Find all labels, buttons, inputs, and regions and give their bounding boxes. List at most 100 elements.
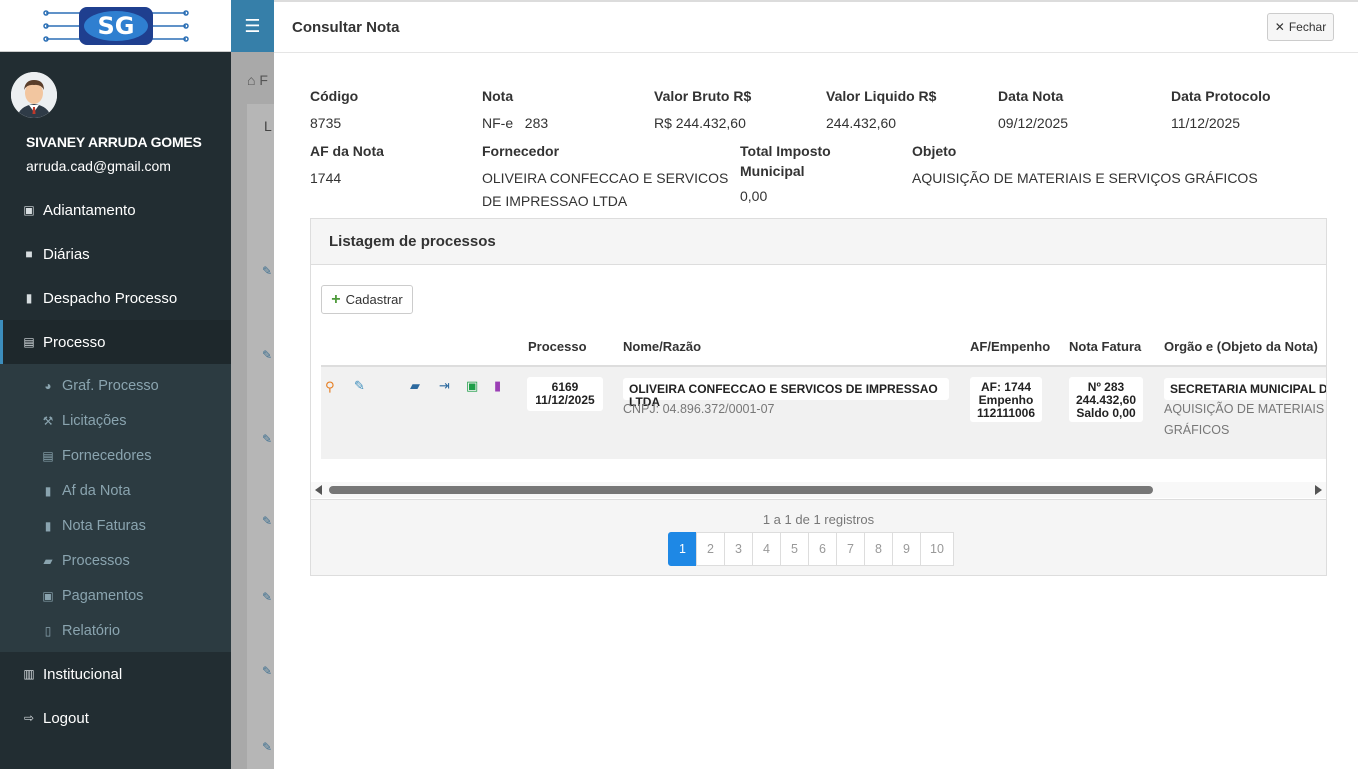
close-icon: ✕ xyxy=(1274,20,1285,34)
edit-icon: ✎ xyxy=(262,740,273,754)
field-objeto: Objeto AQUISIÇÃO DE MATERIAIS E SERVIÇOS… xyxy=(912,143,1258,186)
header-processo: Processo xyxy=(528,339,587,354)
header-orgao: Orgão e (Objeto da Nota) xyxy=(1164,339,1318,354)
edit-icon: ✎ xyxy=(262,432,273,446)
sign-out-icon: ⇨ xyxy=(23,711,35,725)
header-nome: Nome/Razão xyxy=(623,339,702,354)
field-af-nota: AF da Nota 1744 xyxy=(310,143,384,186)
plus-icon: + xyxy=(331,290,341,308)
zoom-icon[interactable]: ⚲ xyxy=(325,379,335,395)
id-card-icon: ▤ xyxy=(42,448,54,463)
hamburger-icon: ☰ xyxy=(244,15,261,36)
modal-title: Consultar Nota xyxy=(292,19,400,36)
money-bill-icon: ▣ xyxy=(42,588,54,603)
sidebar-item-logout[interactable]: ⇨ Logout xyxy=(0,696,231,740)
processo-chip: 6169 11/12/2025 xyxy=(527,377,603,411)
page-2[interactable]: 2 xyxy=(696,532,725,566)
table-row: ⚲ ✎ ▰ ⇥ ▣ ▮ 6169 11/12/2025 OLIVEIRA CON… xyxy=(321,367,1326,459)
cadastrar-button[interactable]: + Cadastrar xyxy=(321,285,413,314)
svg-text:SG: SG xyxy=(97,12,134,40)
records-info: 1 a 1 de 1 registros xyxy=(762,512,875,527)
page-5[interactable]: 5 xyxy=(780,532,809,566)
edit-icon: ✎ xyxy=(262,590,273,604)
nota-fatura-chip: Nº 283 244.432,60 Saldo 0,00 xyxy=(1069,377,1143,422)
horizontal-scrollbar[interactable] xyxy=(311,482,1326,498)
app-logo[interactable]: SG xyxy=(0,0,231,52)
sidebar-item-diarias[interactable]: ■ Diárias xyxy=(0,232,231,276)
sign-in-icon[interactable]: ⇥ xyxy=(439,378,450,394)
money-icon: ▣ xyxy=(23,203,35,217)
modal-header: Consultar Nota ✕ Fechar xyxy=(274,2,1358,53)
file-icon: ▮ xyxy=(25,291,33,305)
scroll-right-icon[interactable] xyxy=(1315,485,1322,495)
header-af: AF/Empenho xyxy=(970,339,1051,354)
panel-title: Listagem de processos xyxy=(311,219,1326,265)
sidebar-item-relatorio[interactable]: ▯ Relatório xyxy=(0,613,231,648)
processos-panel: Listagem de processos + Cadastrar Process… xyxy=(310,218,1327,576)
page-7[interactable]: 7 xyxy=(836,532,865,566)
folder-open-icon[interactable]: ▰ xyxy=(410,378,420,394)
file-text-icon: ▮ xyxy=(44,483,52,498)
sidebar-menu: ▣ Adiantamento ■ Diárias ▮ Despacho Process… xyxy=(0,188,231,740)
scroll-left-icon[interactable] xyxy=(315,485,322,495)
id-card-icon: ▤ xyxy=(23,335,35,349)
sidebar-item-nota-faturas[interactable]: ▮ Nota Faturas xyxy=(0,508,231,543)
user-email: arruda.cad@gmail.com xyxy=(26,158,171,174)
sidebar-item-processos[interactable]: ▰ Processos xyxy=(0,543,231,578)
field-codigo: Código 8735 xyxy=(310,88,359,131)
sidebar-item-despacho[interactable]: ▮ Despacho Processo xyxy=(0,276,231,320)
sidebar-item-pagamentos[interactable]: ▣ Pagamentos xyxy=(0,578,231,613)
edit-icon: ✎ xyxy=(262,664,273,678)
money-icon[interactable]: ▣ xyxy=(466,378,478,394)
file-invoice-icon: ▮ xyxy=(44,518,52,533)
header-nota-fatura: Nota Fatura xyxy=(1069,339,1142,354)
sidebar-item-af-nota[interactable]: ▮ Af da Nota xyxy=(0,473,231,508)
page-6[interactable]: 6 xyxy=(808,532,837,566)
page-8[interactable]: 8 xyxy=(864,532,893,566)
menu-toggle-button[interactable]: ☰ xyxy=(231,0,274,52)
field-imposto: Total Imposto Municipal 0,00 xyxy=(740,143,831,204)
sidebar-item-processo[interactable]: ▤ Processo xyxy=(0,320,231,364)
page-9[interactable]: 9 xyxy=(892,532,921,566)
page-1[interactable]: 1 xyxy=(668,532,697,566)
edit-icon: ✎ xyxy=(262,348,273,362)
field-valor-liquido: Valor Liquido R$ 244.432,60 xyxy=(826,88,937,131)
gavel-icon: ⚒ xyxy=(42,413,54,428)
field-data-protocolo: Data Protocolo 11/12/2025 xyxy=(1171,88,1271,131)
nome-chip: OLIVEIRA CONFECCAO E SERVICOS DE IMPRESS… xyxy=(623,378,949,409)
sidebar-item-fornecedores[interactable]: ▤ Fornecedores xyxy=(0,438,231,473)
sidebar-item-licitacoes[interactable]: ⚒ Licitações xyxy=(0,403,231,438)
clipboard-icon: ▯ xyxy=(44,623,52,638)
field-valor-bruto: Valor Bruto R$ R$ 244.432,60 xyxy=(654,88,752,131)
close-button[interactable]: ✕ Fechar xyxy=(1267,13,1334,41)
orgao-chip: SECRETARIA MUNICIPAL DE xyxy=(1164,378,1326,400)
edit-icon: ✎ xyxy=(262,264,273,278)
briefcase-icon: ■ xyxy=(25,247,33,261)
edit-icon[interactable]: ✎ xyxy=(354,378,365,394)
processo-submenu: ◕ Graf. Processo ⚒ Licitações ▤ Fornecedore… xyxy=(0,364,231,652)
sidebar-item-adiantamento[interactable]: ▣ Adiantamento xyxy=(0,188,231,232)
edit-icon: ✎ xyxy=(262,514,273,528)
page-3[interactable]: 3 xyxy=(724,532,753,566)
sidebar-item-graf-processo[interactable]: ◕ Graf. Processo xyxy=(0,368,231,403)
objeto-line2: GRÁFICOS xyxy=(1164,423,1230,437)
sg-logo-icon: SG xyxy=(42,6,189,45)
processos-table: Processo Nome/Razão AF/Empenho Nota Fatu… xyxy=(321,329,1326,489)
page-4[interactable]: 4 xyxy=(752,532,781,566)
scroll-thumb[interactable] xyxy=(329,486,1153,494)
af-chip: AF: 1744 Empenho 112111006 xyxy=(970,377,1042,422)
breadcrumb: ⌂ F xyxy=(247,72,268,88)
sidebar-item-institucional[interactable]: ▥ Institucional xyxy=(0,652,231,696)
avatar xyxy=(11,72,57,118)
pie-chart-icon: ◕ xyxy=(44,378,52,393)
file-invoice-icon[interactable]: ▮ xyxy=(494,378,501,394)
user-name: SIVANEY ARRUDA GOMES xyxy=(26,134,202,150)
folder-open-icon: ▰ xyxy=(43,553,53,568)
cnpj-text: CNPJ: 04.896.372/0001-07 xyxy=(623,402,775,416)
field-nota: Nota NF-e 283 xyxy=(482,88,549,131)
field-fornecedor: Fornecedor OLIVEIRA CONFECCAO E SERVICOS… xyxy=(482,143,729,209)
page-10[interactable]: 10 xyxy=(920,532,954,566)
home-icon: ⌂ xyxy=(247,72,256,88)
objeto-line1: AQUISIÇÃO DE MATERIAIS E xyxy=(1164,402,1326,416)
pagination: 1 2 3 4 5 6 7 8 9 10 xyxy=(668,532,954,566)
